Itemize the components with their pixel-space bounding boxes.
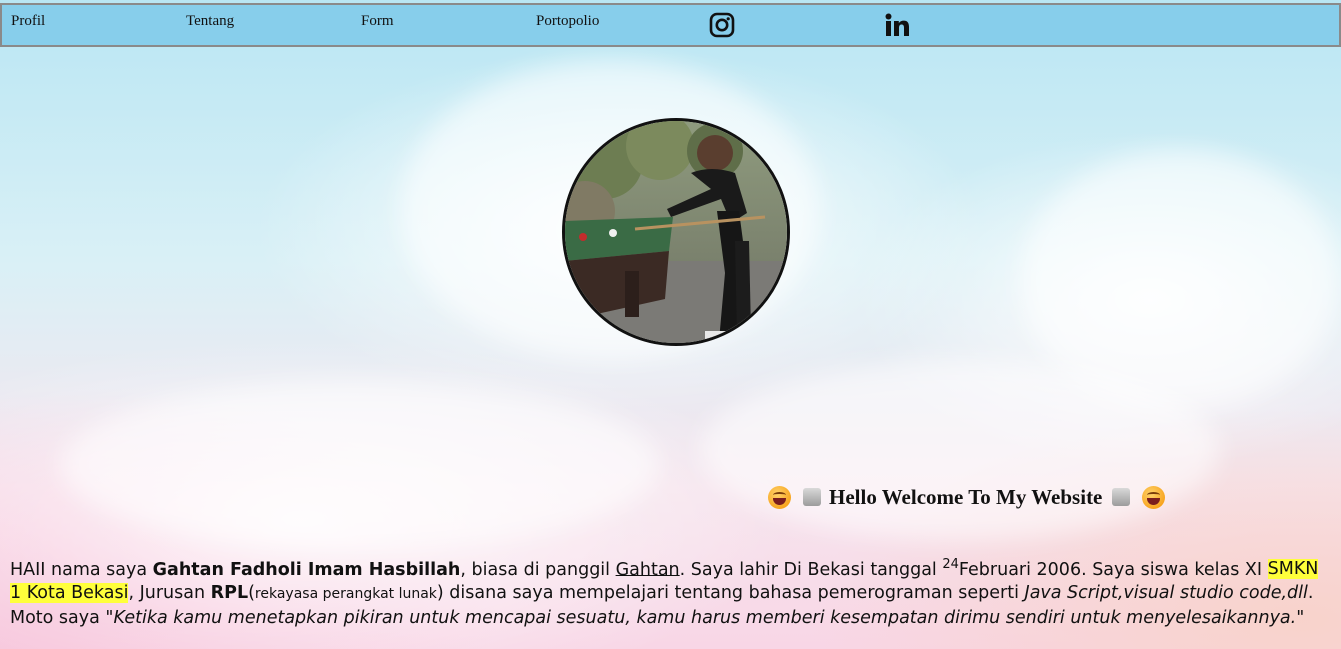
bio-text: Februari 2006. Saya siswa kelas XI xyxy=(958,559,1268,580)
bio-text: , Jurusan xyxy=(128,583,211,604)
toilet-icon xyxy=(803,488,821,506)
toilet-icon xyxy=(1112,488,1131,506)
bio-text: HAII nama saya xyxy=(10,559,153,580)
bio-text: . Saya lahir Di Bekasi tanggal xyxy=(679,559,943,580)
nickname: Gahtan xyxy=(615,559,680,580)
navbar: Profil Tentang Form Portopolio xyxy=(0,3,1341,47)
major: RPL xyxy=(210,583,249,604)
welcome-text: Hello Welcome To My Website xyxy=(829,484,1103,509)
major-full: rekayasa perangkat lunak xyxy=(254,586,437,603)
background-cloud xyxy=(60,380,660,550)
bio-text: ( xyxy=(248,583,255,604)
nav-link-form[interactable]: Form xyxy=(361,13,394,30)
instagram-icon[interactable] xyxy=(708,11,736,39)
linkedin-icon[interactable] xyxy=(883,11,911,39)
motto: "Ketika kamu menetapkan pikiran untuk me… xyxy=(105,608,1305,629)
welcome-heading: Hello Welcome To My Website xyxy=(768,483,1166,511)
profile-photo xyxy=(562,118,790,346)
bio-text: ) disana saya mempelajari tentang bahasa… xyxy=(436,583,1025,604)
background-cloud xyxy=(700,360,1220,540)
nav-link-profil[interactable]: Profil xyxy=(11,13,45,30)
bio-text: , biasa di panggil xyxy=(460,559,616,580)
nav-link-tentang[interactable]: Tentang xyxy=(186,13,234,30)
bio-paragraph: HAII nama saya Gahtan Fadholi Imam Hasbi… xyxy=(10,553,1330,631)
grinning-face-icon xyxy=(1142,485,1166,509)
nav-link-portopolio[interactable]: Portopolio xyxy=(536,13,599,30)
birth-day: 24 xyxy=(942,556,959,572)
tools-list: Java Script,visual studio code,dll xyxy=(1024,583,1308,604)
full-name: Gahtan Fadholi Imam Hasbillah xyxy=(152,559,461,580)
grinning-face-icon xyxy=(768,485,791,509)
